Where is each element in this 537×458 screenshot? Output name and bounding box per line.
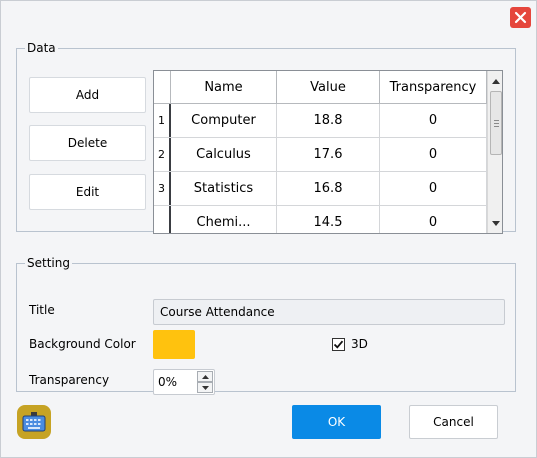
table-row[interactable]: 2 Calculus 17.6 0 bbox=[154, 138, 487, 172]
cell-transparency[interactable]: 0 bbox=[380, 206, 487, 233]
title-label: Title bbox=[29, 303, 55, 317]
cell-transparency[interactable]: 0 bbox=[380, 138, 487, 171]
cell-name[interactable]: Computer bbox=[171, 104, 277, 137]
data-group: Data Add Delete Edit Name Value Transpar… bbox=[16, 41, 516, 234]
scrollbar-thumb[interactable] bbox=[490, 91, 502, 155]
background-color-swatch[interactable] bbox=[153, 330, 195, 359]
table-body: 1 Computer 18.8 0 2 Calculus 17.6 0 3 St… bbox=[154, 104, 487, 233]
table-corner bbox=[154, 71, 171, 103]
add-button[interactable]: Add bbox=[29, 77, 146, 113]
row-number: 2 bbox=[154, 138, 171, 171]
edit-button[interactable]: Edit bbox=[29, 174, 146, 210]
data-group-legend: Data bbox=[27, 41, 56, 55]
cell-value[interactable]: 14.5 bbox=[277, 206, 380, 233]
scroll-up-arrow-icon[interactable] bbox=[488, 73, 502, 89]
transparency-input[interactable] bbox=[154, 370, 194, 394]
chart-settings-dialog: Data Add Delete Edit Name Value Transpar… bbox=[0, 0, 537, 458]
cell-name[interactable]: Statistics bbox=[171, 172, 277, 205]
threed-checkbox[interactable]: 3D bbox=[332, 337, 368, 351]
cell-name[interactable]: Calculus bbox=[171, 138, 277, 171]
column-header-transparency[interactable]: Transparency bbox=[380, 71, 487, 103]
ok-button[interactable]: OK bbox=[292, 405, 381, 439]
spin-down-arrow-icon[interactable] bbox=[197, 382, 213, 393]
table-header: Name Value Transparency bbox=[154, 71, 487, 104]
cell-transparency[interactable]: 0 bbox=[380, 104, 487, 137]
cell-name[interactable]: Chemi... bbox=[171, 206, 277, 233]
cancel-button[interactable]: Cancel bbox=[409, 405, 498, 439]
cell-transparency[interactable]: 0 bbox=[380, 172, 487, 205]
title-input[interactable] bbox=[153, 299, 505, 325]
threed-label: 3D bbox=[351, 337, 368, 351]
table-row[interactable]: Chemi... 14.5 0 bbox=[154, 206, 487, 233]
cell-value[interactable]: 17.6 bbox=[277, 138, 380, 171]
background-color-label: Background Color bbox=[29, 337, 136, 351]
cell-value[interactable]: 18.8 bbox=[277, 104, 380, 137]
spin-up-arrow-icon[interactable] bbox=[197, 371, 213, 382]
column-header-value[interactable]: Value bbox=[277, 71, 380, 103]
transparency-spinbox bbox=[153, 369, 215, 395]
close-icon[interactable] bbox=[510, 7, 531, 28]
table-row[interactable]: 3 Statistics 16.8 0 bbox=[154, 172, 487, 206]
column-header-name[interactable]: Name bbox=[171, 71, 277, 103]
keyboard-icon[interactable] bbox=[17, 405, 51, 439]
setting-group: Setting Title Background Color 3D Transp… bbox=[16, 256, 516, 395]
row-number bbox=[154, 206, 171, 233]
checkmark-icon[interactable] bbox=[332, 337, 345, 351]
data-table: Name Value Transparency 1 Computer 18.8 … bbox=[153, 70, 503, 234]
row-number: 3 bbox=[154, 172, 171, 205]
setting-group-legend: Setting bbox=[27, 256, 70, 270]
delete-button[interactable]: Delete bbox=[29, 125, 146, 161]
table-row[interactable]: 1 Computer 18.8 0 bbox=[154, 104, 487, 138]
transparency-label: Transparency bbox=[29, 373, 110, 387]
row-number: 1 bbox=[154, 104, 171, 137]
table-vertical-scrollbar[interactable] bbox=[487, 71, 502, 233]
cell-value[interactable]: 16.8 bbox=[277, 172, 380, 205]
scroll-down-arrow-icon[interactable] bbox=[488, 215, 502, 231]
